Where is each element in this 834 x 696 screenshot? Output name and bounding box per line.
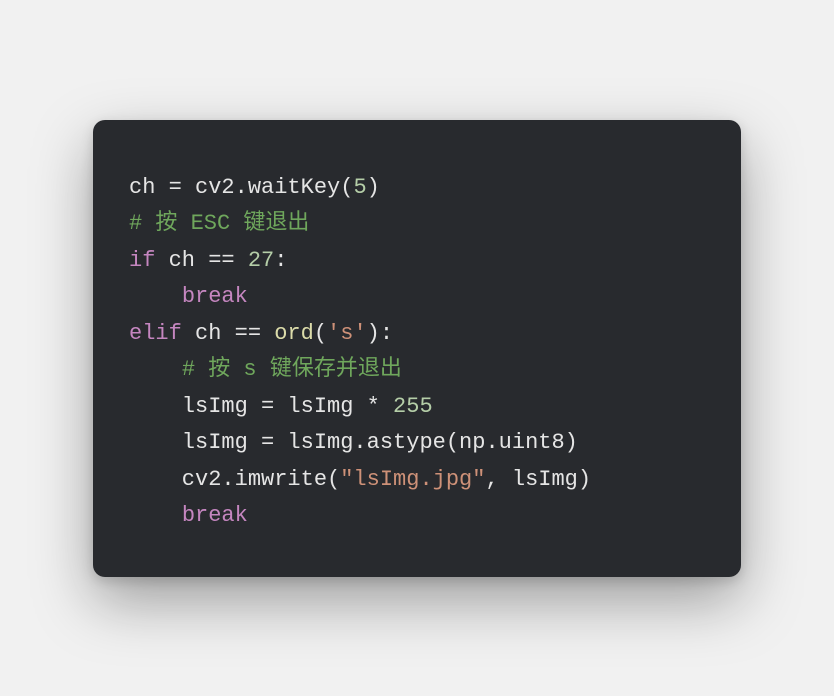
code-token: ) (367, 175, 380, 200)
code-block: ch = cv2.waitKey(5) # 按 ESC 键退出 if ch ==… (129, 170, 705, 535)
code-token: lsImg = lsImg * (129, 394, 393, 419)
code-token: # 按 s 键保存并退出 (182, 357, 402, 382)
code-token: ch = cv2.waitKey( (129, 175, 353, 200)
code-token: break (182, 503, 248, 528)
code-token: ch == (155, 248, 247, 273)
code-token: 5 (353, 175, 366, 200)
stage: ch = cv2.waitKey(5) # 按 ESC 键退出 if ch ==… (0, 0, 834, 696)
code-token: 255 (393, 394, 433, 419)
code-card: ch = cv2.waitKey(5) # 按 ESC 键退出 if ch ==… (93, 120, 741, 577)
code-token: # 按 ESC 键退出 (129, 211, 309, 236)
code-token: 's' (327, 321, 367, 346)
code-token: "lsImg.jpg" (340, 467, 485, 492)
code-token: 27 (248, 248, 274, 273)
code-token: ch == (182, 321, 274, 346)
code-token: ord (274, 321, 314, 346)
code-token: elif (129, 321, 182, 346)
code-token: break (182, 284, 248, 309)
code-token: if (129, 248, 155, 273)
code-token: ( (314, 321, 327, 346)
